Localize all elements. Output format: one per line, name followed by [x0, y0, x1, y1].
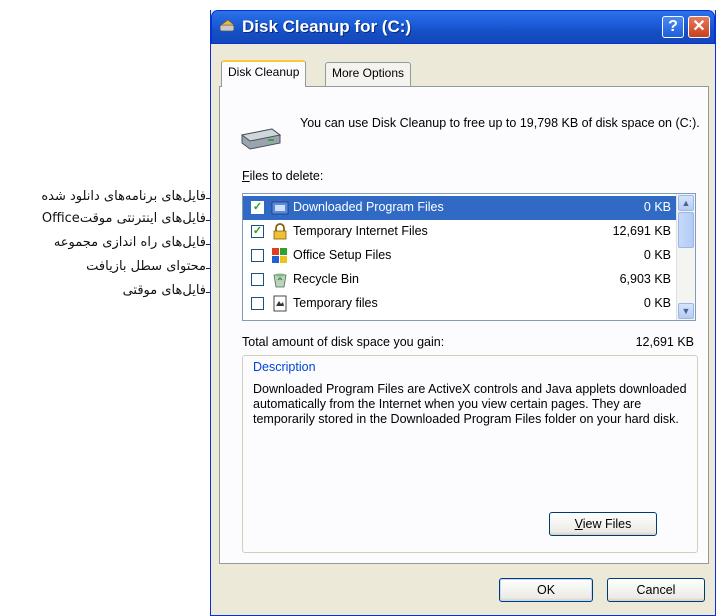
file-size: 0 KB: [643, 296, 671, 310]
file-name: Downloaded Program Files: [293, 200, 444, 214]
view-files-label: iew Files: [582, 517, 632, 531]
recycle-bin-icon: [273, 273, 287, 288]
office-icon: [272, 248, 287, 263]
file-name: Office Setup Files: [293, 248, 392, 262]
tab-panel: You can use Disk Cleanup to free up to 1…: [219, 86, 709, 564]
file-name: Temporary Internet Files: [293, 224, 428, 238]
scroll-up-arrow-icon[interactable]: ▲: [678, 195, 694, 211]
folder-icon: [271, 201, 289, 215]
window-title: Disk Cleanup for (C:): [242, 17, 412, 36]
annotation-downloaded-program-files: فایل‌های برنامه‌های دانلود شده: [41, 189, 206, 204]
list-item[interactable]: Temporary files 0 KB: [243, 292, 677, 316]
list-item[interactable]: ✓ Temporary Internet Files 12,691 KB: [243, 220, 677, 244]
tab-more-options[interactable]: More Options: [325, 62, 412, 86]
checkbox[interactable]: [251, 273, 264, 286]
cancel-button[interactable]: Cancel: [607, 578, 705, 602]
scroll-down-arrow-icon[interactable]: ▼: [678, 303, 694, 319]
files-label-text: iles to delete:: [249, 169, 324, 183]
file-name: Temporary files: [293, 296, 378, 310]
intro-text: You can use Disk Cleanup to free up to 1…: [300, 116, 700, 130]
broom-icon: [219, 19, 235, 32]
checkbox[interactable]: ✓: [251, 225, 264, 238]
help-button[interactable]: ?: [662, 16, 684, 38]
view-files-button[interactable]: View Files: [549, 512, 657, 536]
files-list[interactable]: ✓ Downloaded Program Files 0 KB ✓ Tempor…: [242, 193, 696, 321]
file-size: 0 KB: [643, 200, 671, 214]
checkbox[interactable]: [251, 249, 264, 262]
document-icon: [273, 295, 287, 312]
description-group: Description Downloaded Program Files are…: [242, 355, 698, 553]
file-size: 12,691 KB: [612, 224, 671, 238]
total-space-value: 12,691 KB: [635, 335, 694, 349]
scroll-thumb[interactable]: [678, 212, 694, 248]
file-name: Recycle Bin: [293, 272, 359, 286]
list-item[interactable]: Office Setup Files 0 KB: [243, 244, 677, 268]
drive-icon: [240, 128, 282, 150]
ok-button[interactable]: OK: [499, 578, 593, 602]
lock-icon: [273, 223, 287, 240]
annotation-temporary-files: فایل‌های موقتی: [122, 283, 206, 298]
description-text: Downloaded Program Files are ActiveX con…: [253, 382, 687, 426]
list-item[interactable]: ✓ Downloaded Program Files 0 KB: [243, 196, 677, 220]
vertical-scrollbar[interactable]: ▲ ▼: [676, 194, 695, 320]
checkbox[interactable]: [251, 297, 264, 310]
file-size: 6,903 KB: [619, 272, 671, 286]
list-item[interactable]: Recycle Bin 6,903 KB: [243, 268, 677, 292]
files-label-accesskey: F: [242, 169, 250, 183]
description-title: Description: [251, 360, 318, 374]
title-bar[interactable]: Disk Cleanup for (C:) ? ✕: [211, 10, 715, 44]
annotation-temporary-internet-files: فایل‌های اینترنتی موقتOffice: [41, 211, 206, 226]
total-space-label: Total amount of disk space you gain:: [242, 335, 445, 349]
file-size: 0 KB: [643, 248, 671, 262]
close-button[interactable]: ✕: [688, 16, 710, 38]
annotation-office-setup-files: فایل‌های راه اندازی مجموعه: [53, 235, 206, 250]
annotation-recycle-bin: محتوای سطل بازیافت: [86, 259, 206, 274]
tab-disk-cleanup[interactable]: Disk Cleanup: [221, 60, 307, 87]
files-to-delete-label: Files to delete:: [242, 169, 323, 183]
dialog-window: Disk Cleanup for (C:) ? ✕ Disk Cleanup M…: [210, 10, 716, 616]
view-files-accesskey: V: [574, 517, 583, 531]
checkbox[interactable]: ✓: [251, 201, 264, 214]
